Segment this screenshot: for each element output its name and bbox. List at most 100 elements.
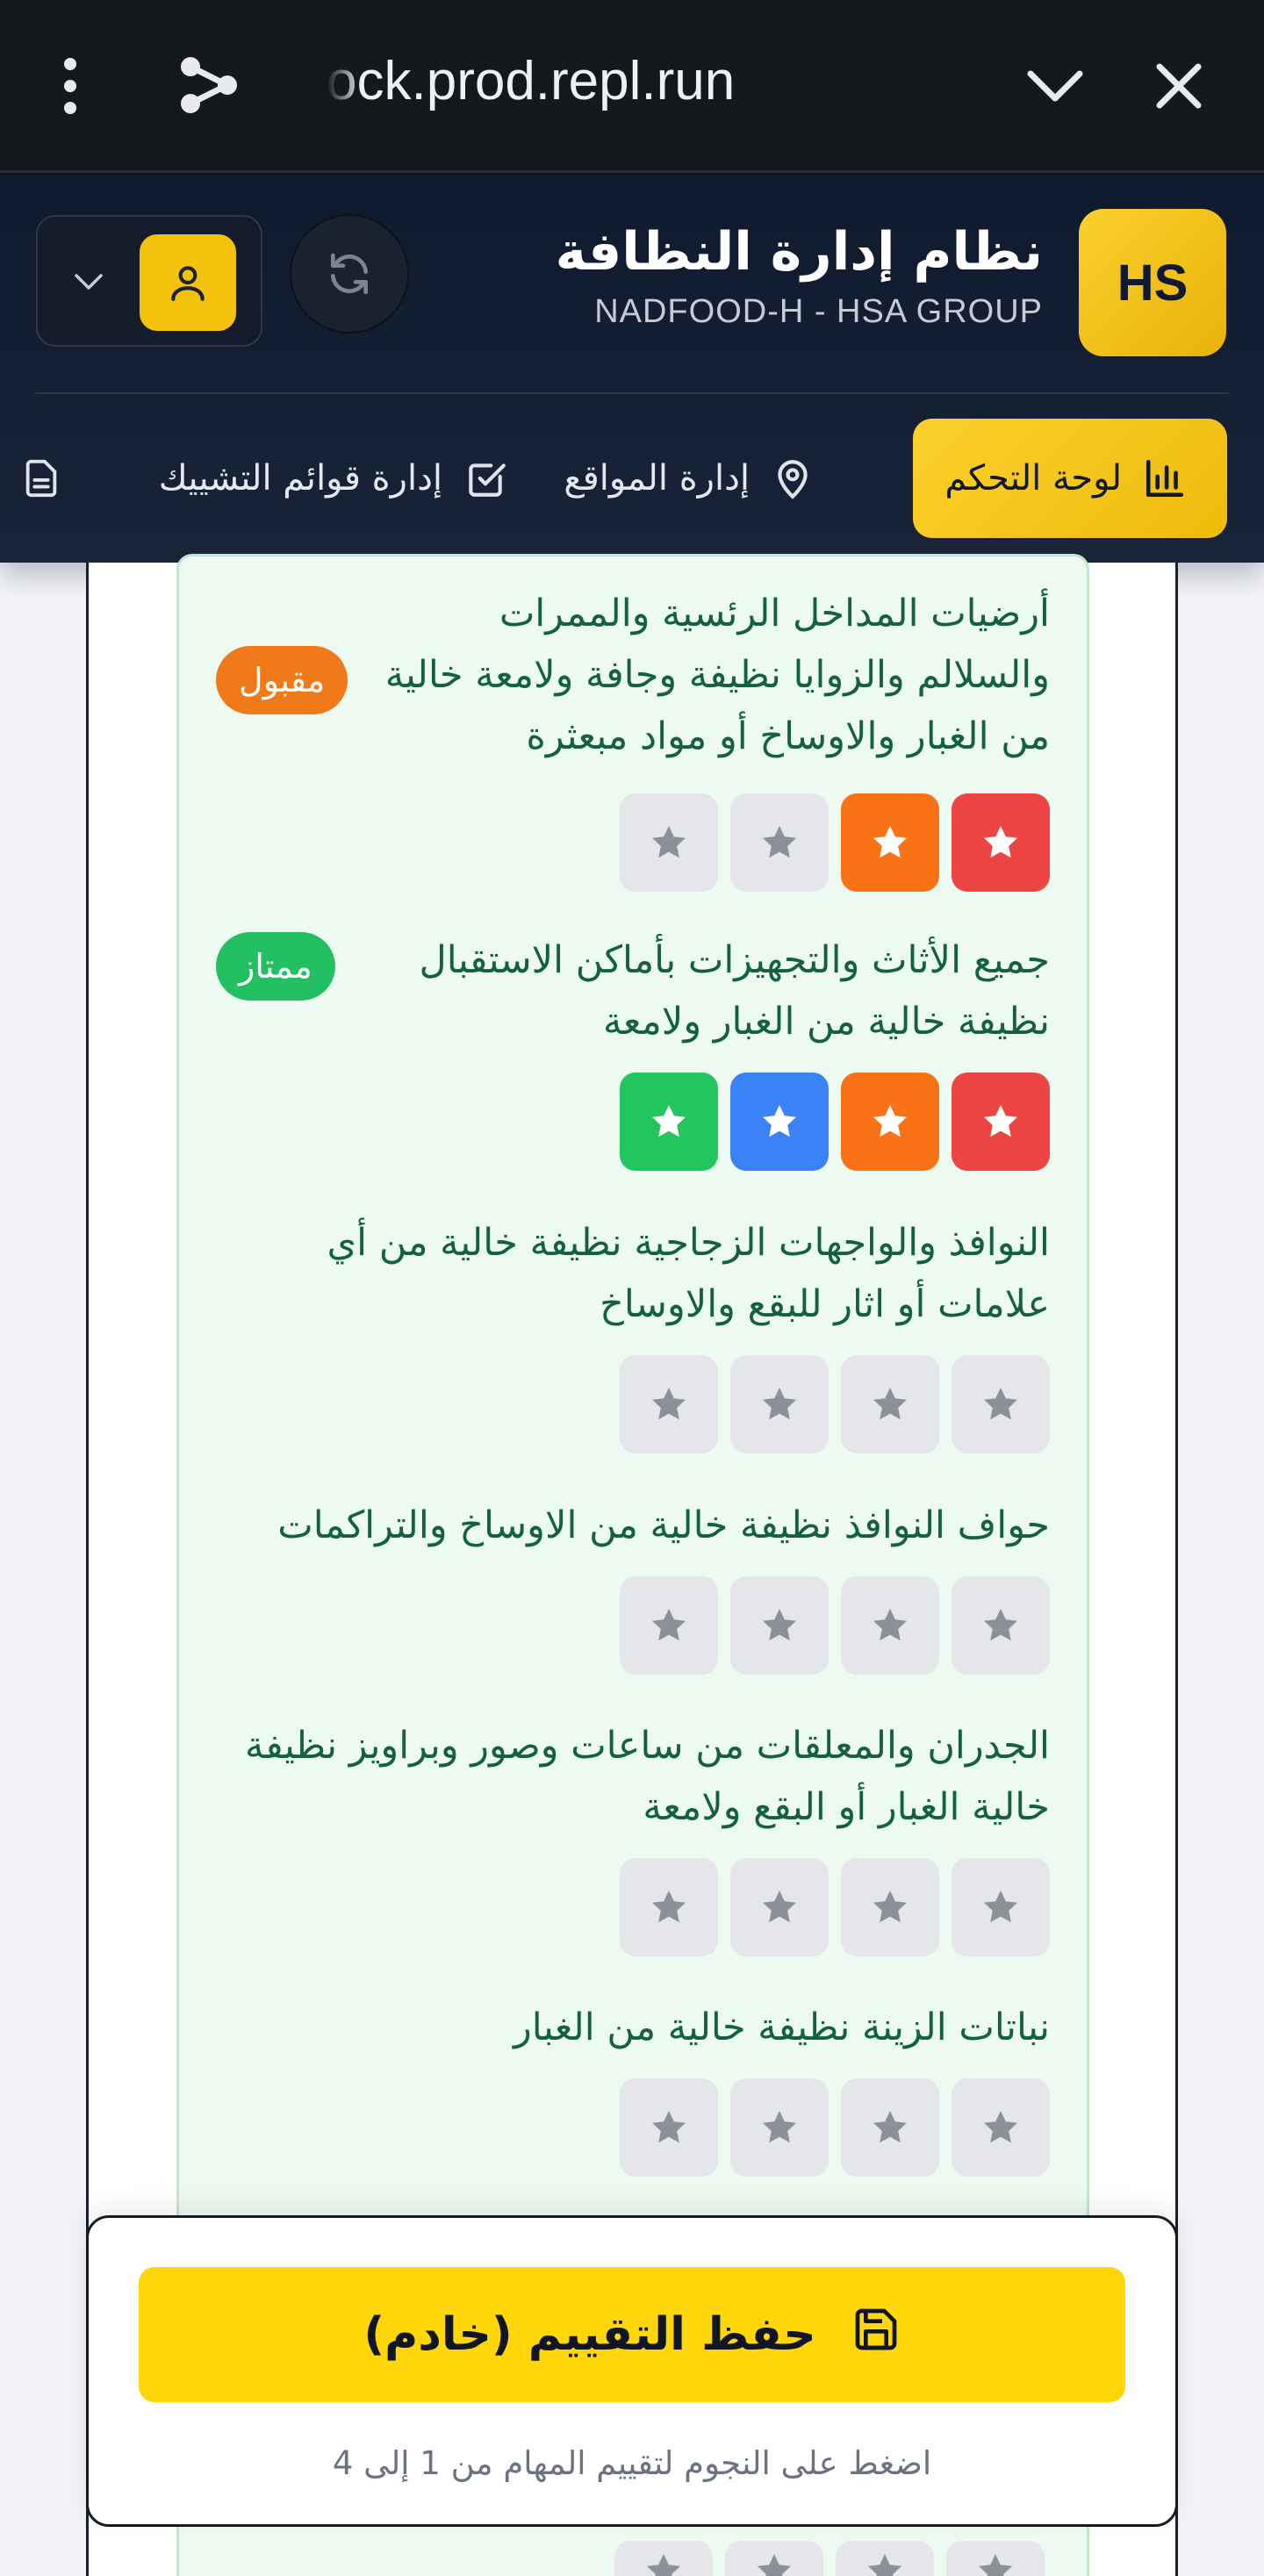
task-text: نباتات الزينة نظيفة خالية من الغبار [514,2006,1050,2049]
star-button-2[interactable] [841,1858,939,1956]
task-item: الجدران والمعلقات من ساعات وصور وبراويز … [216,1715,1050,1978]
task-text: الجدران والمعلقات من ساعات وصور وبراويز … [245,1724,1050,1829]
star-button-1[interactable] [952,1355,1050,1453]
star-button-4[interactable] [620,1073,718,1171]
star-rating [620,793,1050,892]
status-badge: ممتاز [216,932,335,1001]
star-button-3[interactable] [730,793,829,892]
task-item: النوافذ والواجهات الزجاجية نظيفة خالية م… [216,1212,1050,1475]
star-icon [974,2550,1016,2576]
checkbox-icon [462,455,509,502]
star-button-4[interactable] [620,1576,718,1675]
star-icon [869,1101,911,1143]
save-rating-button[interactable]: حفظ التقييم (خادم) [139,2267,1125,2402]
nav-label: إدارة قوائم التشييك [158,458,442,499]
star-button-1[interactable] [952,1858,1050,1956]
app-logo: HS [1079,209,1226,356]
refresh-icon [331,253,368,295]
user-menu-button[interactable] [36,215,262,347]
save-button-label: حفظ التقييم (خادم) [363,2308,816,2361]
star-icon [758,1604,801,1647]
save-icon [851,2305,901,2365]
task-text: حواف النوافذ نظيفة خالية من الاوساخ والت… [277,1503,1050,1547]
star-button[interactable] [946,2541,1045,2576]
star-button-3[interactable] [730,1073,829,1171]
nav-label: إدارة المواقع [564,458,750,499]
browser-toolbar: ock.prod.repl.run [0,0,1264,173]
task-item: أرضيات المداخل الرئسية والممرات والسلالم… [216,583,1050,899]
nav-item-reports[interactable] [25,419,65,538]
nav-item-dashboard[interactable]: لوحة التحكم [913,419,1227,538]
star-icon [643,2550,685,2576]
star-icon [980,1886,1022,1928]
star-button[interactable] [725,2541,823,2576]
app-title: نظام إدارة النظافة [555,221,1043,283]
bar-chart-icon [1141,455,1189,502]
star-icon [980,822,1022,864]
star-icon [758,1101,801,1143]
star-button-4[interactable] [620,793,718,892]
task-item: نباتات الزينة نظيفة خالية من الغبار [216,1997,1050,2190]
star-rating [620,2078,1050,2177]
star-button[interactable] [836,2541,934,2576]
header-divider [36,392,1228,394]
star-button-1[interactable] [952,1576,1050,1675]
star-icon [648,1604,690,1647]
star-icon [869,1886,911,1928]
share-icon[interactable] [171,47,247,123]
star-button-4[interactable] [620,2078,718,2177]
star-button-1[interactable] [952,2078,1050,2177]
star-button-2[interactable] [841,1576,939,1675]
star-button-4[interactable] [620,1355,718,1453]
nav-label: لوحة التحكم [944,458,1122,499]
star-icon [869,1383,911,1425]
star-rating [620,1355,1050,1453]
star-icon [980,2106,1022,2149]
star-icon [864,2550,906,2576]
star-button-1[interactable] [952,1073,1050,1171]
task-item: جميع الأثاث والتجهيزات بأماكن الاستقبال … [216,929,1050,1193]
star-icon [869,822,911,864]
chevron-down-icon[interactable] [1020,53,1090,119]
star-button-2[interactable] [841,1355,939,1453]
star-rating-partial [614,2541,1045,2576]
star-icon [648,822,690,864]
star-button-4[interactable] [620,1858,718,1956]
star-rating [620,1073,1050,1171]
star-rating [620,1576,1050,1675]
star-button-3[interactable] [730,1858,829,1956]
star-button-3[interactable] [730,2078,829,2177]
nav-item-sites[interactable]: إدارة المواقع [564,419,816,538]
star-icon [648,1886,690,1928]
star-button-3[interactable] [730,1355,829,1453]
save-panel: حفظ التقييم (خادم) اضغط على النجوم لتقيي… [86,2215,1178,2527]
star-icon [869,2106,911,2149]
app-header: HS نظام إدارة النظافة NADFOOD-H - HSA GR… [0,173,1264,563]
nav-item-checklists[interactable]: إدارة قوائم التشييك [159,419,509,538]
status-badge: مقبول [216,646,348,714]
task-item: حواف النوافذ نظيفة خالية من الاوساخ والت… [216,1495,1050,1688]
star-icon [869,1604,911,1647]
close-icon[interactable] [1146,53,1212,119]
user-icon [140,234,236,331]
star-icon [648,1101,690,1143]
more-options-icon[interactable] [53,53,88,119]
star-button-3[interactable] [730,1576,829,1675]
star-button[interactable] [614,2541,713,2576]
chevron-down-icon [69,262,108,301]
star-button-2[interactable] [841,2078,939,2177]
task-text: جميع الأثاث والتجهيزات بأماكن الاستقبال … [419,938,1050,1044]
main-nav: لوحة التحكم إدارة المواقع إدارة قوائم ال… [0,419,1264,542]
rating-hint: اضغط على النجوم لتقييم المهام من 1 إلى 4 [332,2444,932,2482]
star-button-2[interactable] [841,793,939,892]
task-text: أرضيات المداخل الرئسية والممرات والسلالم… [384,592,1050,758]
star-icon [753,2550,795,2576]
refresh-button[interactable] [290,214,409,334]
star-icon [758,1383,801,1425]
address-bar-url[interactable]: ock.prod.repl.run [327,42,853,121]
star-icon [758,822,801,864]
star-rating [620,1858,1050,1956]
star-button-2[interactable] [841,1073,939,1171]
star-button-1[interactable] [952,793,1050,892]
task-text: النوافذ والواجهات الزجاجية نظيفة خالية م… [327,1221,1050,1326]
